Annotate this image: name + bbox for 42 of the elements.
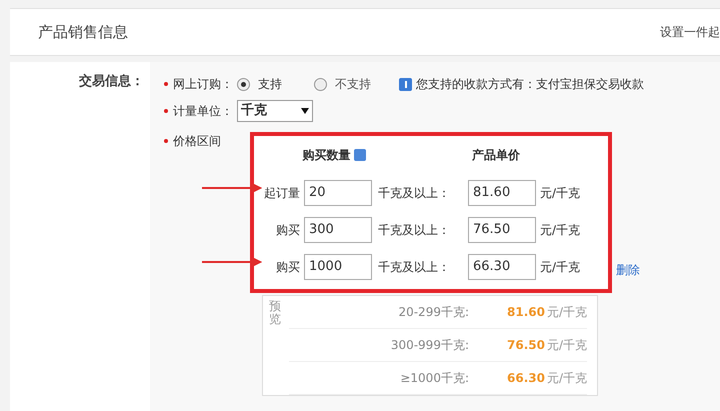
radio-button[interactable] [237, 78, 250, 90]
price-input[interactable]: 81.60 [468, 180, 536, 206]
preview-range: ≥1000千克: [399, 370, 469, 387]
price-input[interactable]: 76.50 [468, 216, 536, 242]
radio-button[interactable] [314, 78, 327, 90]
preview-unit: 元/千克 [546, 304, 588, 321]
radio-label: 支持 [258, 76, 282, 93]
price-suffix: 元/千克 [539, 184, 580, 202]
info-icon [399, 78, 412, 90]
quantity-suffix: 千克及以上： [377, 258, 451, 276]
caret-icon [301, 108, 309, 114]
preview-unit: 元/千克 [546, 337, 588, 354]
payment-info: 您支持的收款方式有：支付宝担保交易收款 [416, 76, 644, 93]
field-label: 价格区间 [173, 133, 221, 150]
preview-unit: 元/千克 [546, 370, 588, 387]
preview-range: 300-999千克: [390, 337, 469, 354]
price-suffix: 元/千克 [539, 222, 580, 238]
row-label: 起订量 [263, 184, 301, 202]
section-title: 产品销售信息 [38, 22, 128, 43]
preview-price: 66.30 [507, 370, 545, 387]
column-header: 产品单价 [472, 147, 520, 164]
delete-link[interactable]: 删除 [616, 261, 640, 279]
field-label: 计量单位： [173, 103, 233, 120]
quantity-input[interactable]: 300 [304, 216, 372, 242]
row-label: 购买 [275, 222, 301, 238]
preview-price: 81.60 [507, 304, 545, 321]
column-header: 购买数量 [302, 147, 350, 164]
section-hint: 设置一件起 [660, 24, 720, 41]
row-label: 购买 [275, 258, 301, 276]
radio-label: 不支持 [335, 76, 371, 93]
quantity-suffix: 千克及以上： [377, 222, 451, 238]
quantity-input[interactable]: 20 [304, 180, 372, 206]
field-label: 交易信息： [79, 72, 144, 91]
price-suffix: 元/千克 [539, 258, 580, 276]
preview-range: 20-299千克: [397, 304, 469, 321]
unit-select[interactable]: 千克 [237, 100, 313, 122]
price-input[interactable]: 66.30 [468, 254, 536, 280]
quantity-input[interactable]: 1000 [304, 254, 372, 280]
field-label: 网上订购： [173, 76, 233, 93]
preview-label: 预览 [269, 300, 281, 328]
preview-price: 76.50 [507, 337, 545, 354]
quantity-suffix: 千克及以上： [377, 184, 451, 202]
